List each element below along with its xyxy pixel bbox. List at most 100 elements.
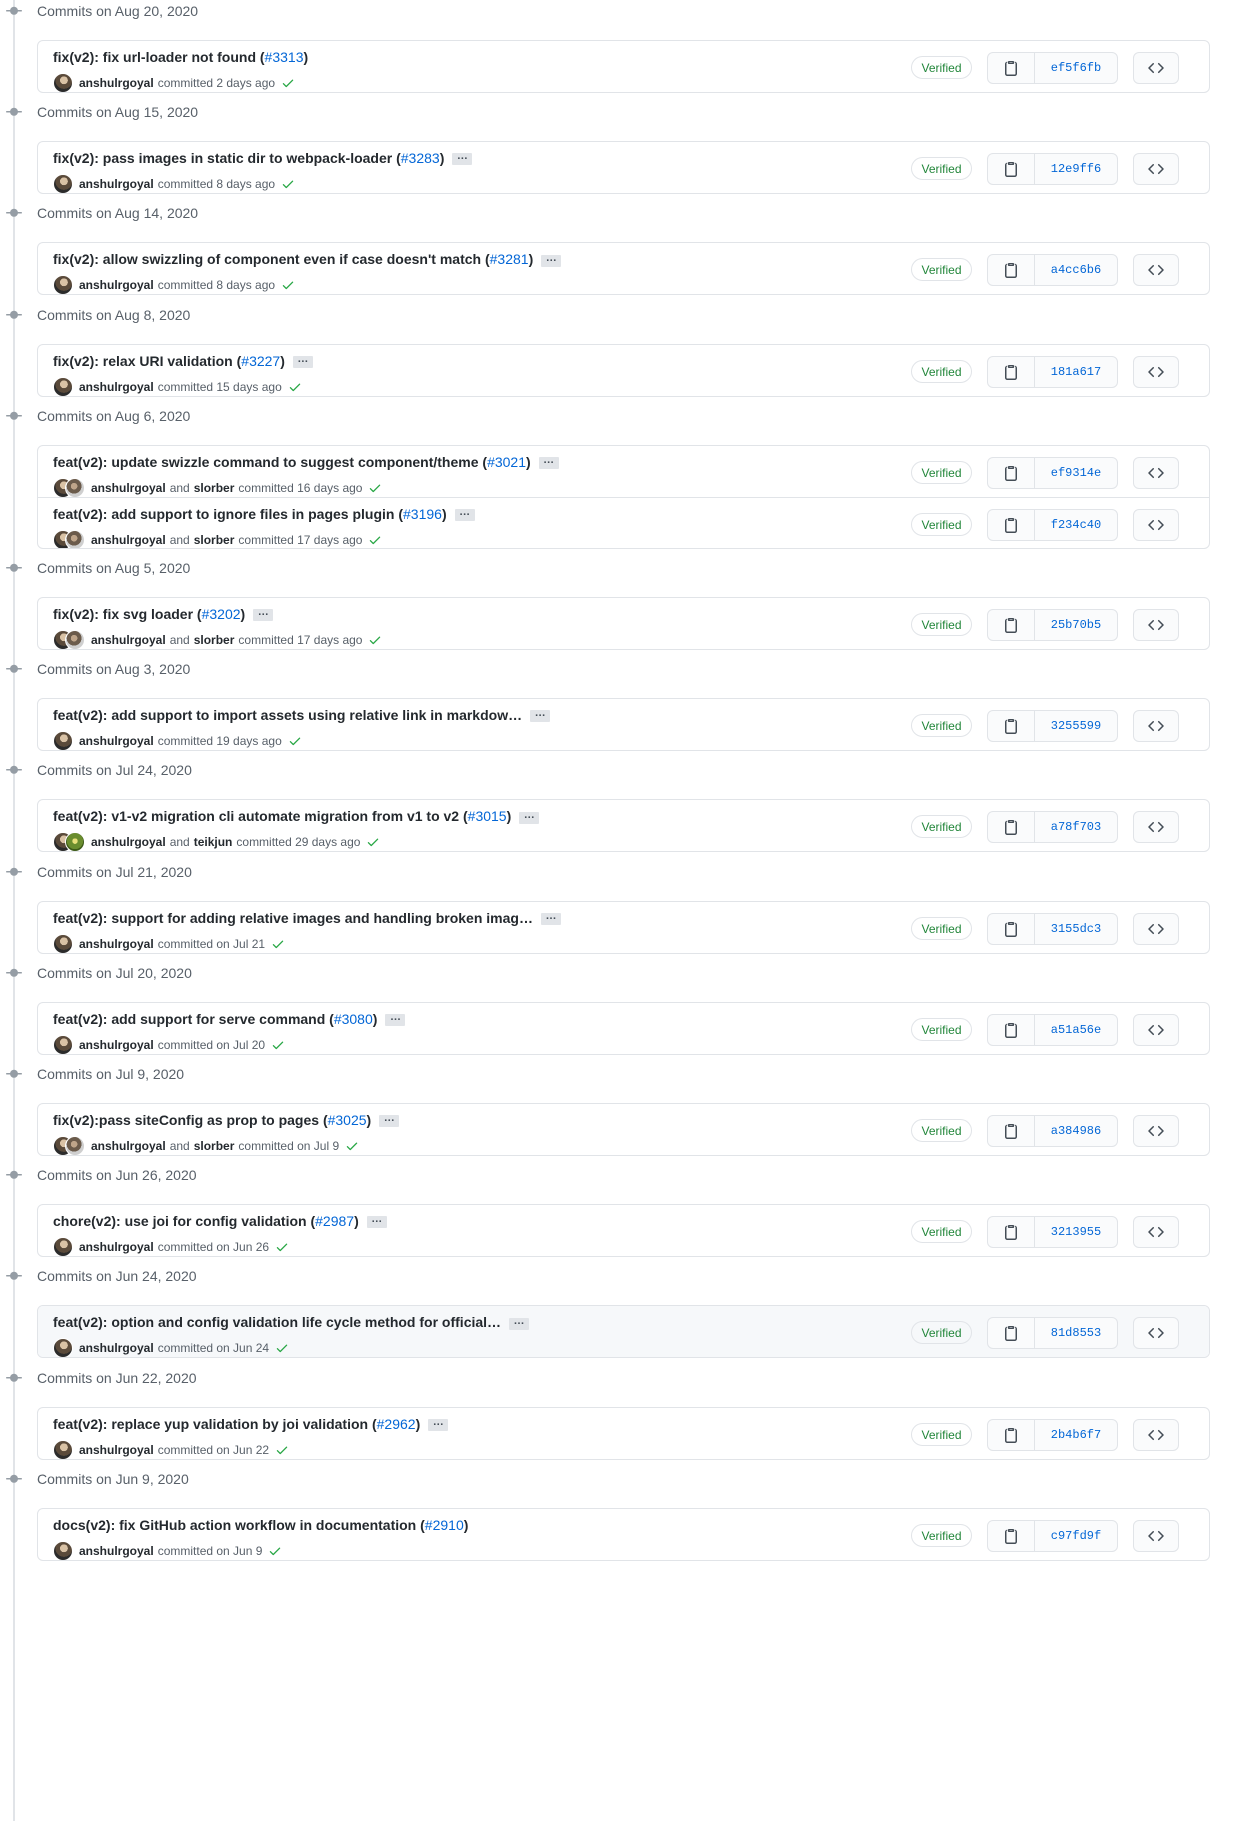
verified-badge[interactable]: Verified: [911, 815, 972, 839]
avatar[interactable]: [53, 933, 73, 953]
commit-sha-link[interactable]: 81d8553: [1035, 1318, 1117, 1348]
check-icon[interactable]: [368, 481, 382, 495]
verified-badge[interactable]: Verified: [911, 1523, 972, 1547]
pr-link[interactable]: #3021: [487, 454, 526, 470]
browse-repo-button[interactable]: [1133, 1013, 1179, 1046]
check-icon[interactable]: [275, 1341, 289, 1355]
check-icon[interactable]: [268, 1544, 282, 1558]
copy-sha-button[interactable]: [988, 1520, 1035, 1551]
copy-sha-button[interactable]: [988, 711, 1035, 742]
copy-sha-button[interactable]: [988, 812, 1035, 843]
commit-title-link[interactable]: feat(v2): v1-v2 migration cli automate m…: [53, 808, 468, 824]
check-icon[interactable]: [368, 633, 382, 647]
copy-sha-button[interactable]: [988, 53, 1035, 83]
commit-title-link[interactable]: fix(v2):pass siteConfig as prop to pages…: [53, 1112, 328, 1128]
verified-badge[interactable]: Verified: [911, 1220, 972, 1244]
commit-title-link[interactable]: fix(v2): fix svg loader (: [53, 606, 202, 622]
verified-badge[interactable]: Verified: [911, 512, 972, 536]
commit-sha-link[interactable]: a384986: [1035, 1116, 1117, 1146]
avatar[interactable]: [65, 1136, 85, 1155]
copy-sha-button[interactable]: [988, 154, 1035, 185]
copy-sha-button[interactable]: [988, 1116, 1035, 1146]
pr-link[interactable]: #2962: [377, 1416, 416, 1432]
copy-sha-button[interactable]: [988, 457, 1035, 488]
commit-message[interactable]: fix(v2): allow swizzling of component ev…: [53, 251, 562, 267]
commit-title-link[interactable]: feat(v2): add support for serve command …: [53, 1011, 334, 1027]
author-link[interactable]: anshulrgoyal: [91, 633, 166, 647]
author-link[interactable]: anshulrgoyal: [79, 380, 154, 394]
check-icon[interactable]: [275, 1443, 289, 1457]
commit-message[interactable]: fix(v2): fix url-loader not found (#3313…: [53, 49, 308, 65]
pr-link[interactable]: #3281: [490, 251, 529, 267]
browse-repo-button[interactable]: [1133, 456, 1179, 489]
copy-sha-button[interactable]: [988, 356, 1035, 387]
verified-badge[interactable]: Verified: [911, 258, 972, 282]
commit-title-link[interactable]: chore(v2): use joi for config validation…: [53, 1213, 315, 1229]
author-link[interactable]: anshulrgoyal: [79, 177, 154, 191]
avatar[interactable]: [53, 376, 73, 396]
check-icon[interactable]: [281, 76, 295, 90]
pr-link[interactable]: #3025: [328, 1112, 367, 1128]
commit-title-link[interactable]: feat(v2): replace yup validation by joi …: [53, 1416, 377, 1432]
commit-title-link[interactable]: feat(v2): option and config validation l…: [53, 1314, 501, 1330]
commit-title-link[interactable]: fix(v2): pass images in static dir to we…: [53, 150, 401, 166]
author-link[interactable]: anshulrgoyal: [91, 533, 166, 547]
pr-link[interactable]: #3080: [334, 1011, 373, 1027]
commit-message[interactable]: fix(v2): fix svg loader (#3202)…: [53, 606, 274, 622]
commit-title-link[interactable]: feat(v2): add support to ignore files in…: [53, 506, 403, 522]
check-icon[interactable]: [281, 278, 295, 292]
avatar[interactable]: [53, 731, 73, 751]
expand-message-button[interactable]: …: [385, 1012, 406, 1027]
verified-badge[interactable]: Verified: [911, 359, 972, 383]
expand-message-button[interactable]: …: [366, 1214, 387, 1229]
verified-badge[interactable]: Verified: [911, 1321, 972, 1345]
expand-message-button[interactable]: …: [292, 353, 313, 368]
commit-title-link[interactable]: feat(v2): update swizzle command to sugg…: [53, 454, 487, 470]
avatar[interactable]: [53, 1034, 73, 1054]
pr-link[interactable]: #3313: [265, 49, 304, 65]
author-link[interactable]: anshulrgoyal: [79, 1240, 154, 1254]
check-icon[interactable]: [271, 937, 285, 951]
commit-sha-link[interactable]: a4cc6b6: [1035, 255, 1117, 285]
author-link[interactable]: anshulrgoyal: [91, 481, 166, 495]
avatar[interactable]: [65, 832, 85, 852]
check-icon[interactable]: [345, 1139, 359, 1153]
check-icon[interactable]: [281, 177, 295, 191]
avatar[interactable]: [53, 1439, 73, 1459]
pr-link[interactable]: #3227: [241, 353, 280, 369]
pr-link[interactable]: #3015: [468, 808, 507, 824]
commit-message[interactable]: fix(v2): pass images in static dir to we…: [53, 150, 473, 166]
commit-sha-link[interactable]: 25b70b5: [1035, 610, 1117, 640]
commit-sha-link[interactable]: 3213955: [1035, 1217, 1117, 1247]
pr-link[interactable]: #3283: [401, 150, 440, 166]
verified-badge[interactable]: Verified: [911, 460, 972, 484]
expand-message-button[interactable]: …: [538, 455, 559, 470]
avatar[interactable]: [53, 1237, 73, 1257]
commit-message[interactable]: feat(v2): update swizzle command to sugg…: [53, 454, 559, 470]
commit-title-link[interactable]: docs(v2): fix GitHub action workflow in …: [53, 1517, 425, 1533]
commit-message[interactable]: feat(v2): option and config validation l…: [53, 1314, 530, 1330]
copy-sha-button[interactable]: [988, 509, 1035, 540]
expand-message-button[interactable]: …: [253, 607, 274, 622]
pr-link[interactable]: #3196: [403, 506, 442, 522]
check-icon[interactable]: [271, 1038, 285, 1052]
verified-badge[interactable]: Verified: [911, 157, 972, 181]
author-link[interactable]: slorber: [194, 533, 235, 547]
browse-repo-button[interactable]: [1133, 52, 1179, 84]
author-link[interactable]: anshulrgoyal: [79, 734, 154, 748]
browse-repo-button[interactable]: [1133, 1317, 1179, 1350]
browse-repo-button[interactable]: [1133, 710, 1179, 743]
author-link[interactable]: teikjun: [194, 835, 233, 849]
expand-message-button[interactable]: …: [454, 507, 475, 522]
author-link[interactable]: anshulrgoyal: [79, 1038, 154, 1052]
commit-sha-link[interactable]: 2b4b6f7: [1035, 1420, 1117, 1450]
check-icon[interactable]: [368, 533, 382, 547]
author-link[interactable]: anshulrgoyal: [79, 937, 154, 951]
commit-message[interactable]: docs(v2): fix GitHub action workflow in …: [53, 1517, 468, 1533]
browse-repo-button[interactable]: [1133, 1519, 1179, 1552]
author-link[interactable]: anshulrgoyal: [79, 278, 154, 292]
expand-message-button[interactable]: …: [540, 910, 561, 925]
commit-title-link[interactable]: feat(v2): support for adding relative im…: [53, 910, 533, 926]
commit-sha-link[interactable]: a78f703: [1035, 812, 1117, 842]
commit-title-link[interactable]: feat(v2): add support to import assets u…: [53, 707, 522, 723]
